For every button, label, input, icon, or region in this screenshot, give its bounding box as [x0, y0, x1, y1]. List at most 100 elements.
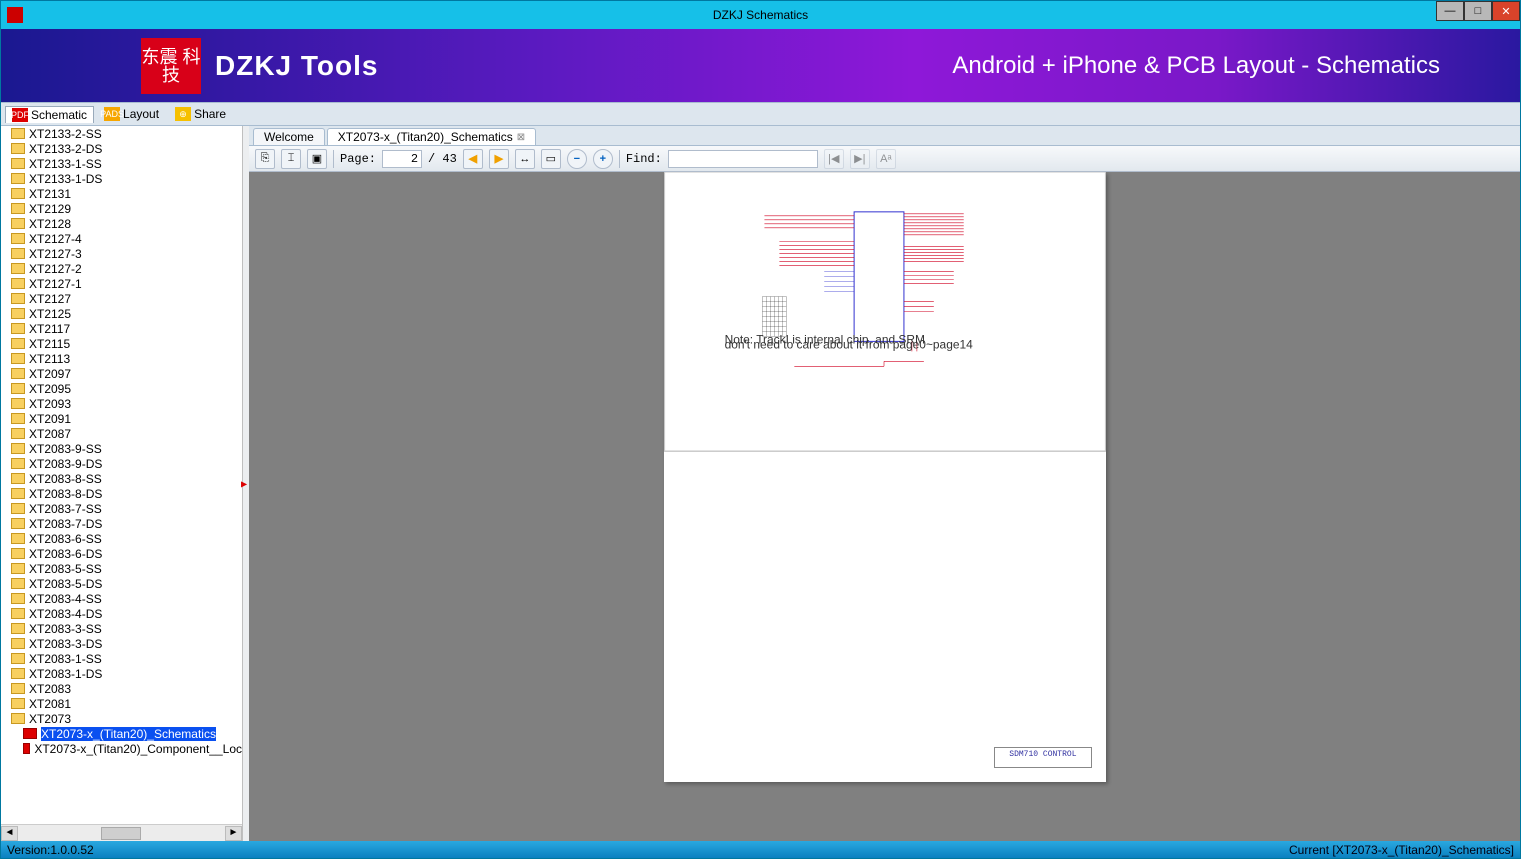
banner-tagline: Android + iPhone & PCB Layout - Schemati… — [952, 52, 1440, 80]
page-input[interactable] — [382, 150, 422, 168]
tab-layout[interactable]: PADSLayout — [98, 106, 165, 122]
tree-folder[interactable]: XT2093 — [1, 396, 242, 411]
copy-button[interactable]: ⎘ — [255, 149, 275, 169]
tree-folder[interactable]: XT2117 — [1, 321, 242, 336]
tree-item-label: XT2083-4-DS — [29, 607, 102, 621]
tree-folder[interactable]: XT2127-3 — [1, 246, 242, 261]
tree-folder[interactable]: XT2133-1-SS — [1, 156, 242, 171]
find-next-button[interactable]: ▶| — [850, 149, 870, 169]
zoom-out-button[interactable]: − — [567, 149, 587, 169]
prev-page-button[interactable]: ◀ — [463, 149, 483, 169]
banner-title: DZKJ Tools — [215, 50, 378, 82]
tree-item-label: XT2113 — [29, 352, 70, 366]
tree-folder[interactable]: XT2127-2 — [1, 261, 242, 276]
close-tab-icon[interactable]: ⊠ — [517, 132, 525, 143]
tree-folder[interactable]: XT2133-1-DS — [1, 171, 242, 186]
tree-item-label: XT2083-8-SS — [29, 472, 102, 486]
tree-folder[interactable]: XT2095 — [1, 381, 242, 396]
separator — [619, 150, 620, 168]
scroll-left-button[interactable]: ◄ — [1, 826, 18, 841]
tree-folder[interactable]: XT2127-4 — [1, 231, 242, 246]
folder-icon — [11, 533, 25, 544]
tree-folder[interactable]: XT2083-8-SS — [1, 471, 242, 486]
folder-icon — [11, 323, 25, 334]
tree-folder[interactable]: XT2091 — [1, 411, 242, 426]
doc-tab-schematics[interactable]: XT2073-x_(Titan20)_Schematics⊠ — [327, 128, 536, 145]
tree-folder[interactable]: XT2083-1-DS — [1, 666, 242, 681]
tree-folder[interactable]: XT2083-3-SS — [1, 621, 242, 636]
sidebar-hscroll[interactable]: ◄ ► — [1, 824, 242, 841]
tree-folder[interactable]: XT2083-4-SS — [1, 591, 242, 606]
snapshot-button[interactable]: ▣ — [307, 149, 327, 169]
folder-icon — [11, 188, 25, 199]
tree-folder[interactable]: XT2083-4-DS — [1, 606, 242, 621]
tree-folder[interactable]: XT2083-7-SS — [1, 501, 242, 516]
pdf-viewer[interactable]: Note: TrackI is internal chip, and SRM d… — [249, 172, 1520, 841]
close-button[interactable]: ✕ — [1492, 1, 1520, 21]
tree-folder[interactable]: XT2097 — [1, 366, 242, 381]
match-case-button[interactable]: Aᵃ — [876, 149, 896, 169]
doc-tab-welcome[interactable]: Welcome — [253, 128, 325, 145]
pdf-icon — [23, 728, 37, 739]
splitter[interactable] — [243, 126, 249, 841]
tree-item-label: XT2083-3-SS — [29, 622, 102, 636]
tree-folder[interactable]: XT2083-6-SS — [1, 531, 242, 546]
maximize-button[interactable]: □ — [1464, 1, 1492, 21]
tree-folder[interactable]: XT2125 — [1, 306, 242, 321]
tree-folder[interactable]: XT2083-9-SS — [1, 441, 242, 456]
scroll-right-button[interactable]: ► — [225, 826, 242, 841]
scroll-track[interactable] — [18, 826, 225, 841]
next-page-button[interactable]: ▶ — [489, 149, 509, 169]
tree-folder[interactable]: XT2073 — [1, 711, 242, 726]
tree-folder[interactable]: XT2131 — [1, 186, 242, 201]
tree-item-label: XT2083-5-SS — [29, 562, 102, 576]
tree-folder[interactable]: XT2083-8-DS — [1, 486, 242, 501]
folder-icon — [11, 308, 25, 319]
tree-item-label: XT2083-3-DS — [29, 637, 102, 651]
titlebar[interactable]: DZKJ Schematics — □ ✕ — [1, 1, 1520, 29]
tree-folder[interactable]: XT2083 — [1, 681, 242, 696]
zoom-in-button[interactable]: + — [593, 149, 613, 169]
tree-file[interactable]: XT2073-x_(Titan20)_Component__Loc — [1, 741, 242, 756]
banner: 东震 科技 DZKJ Tools Android + iPhone & PCB … — [1, 29, 1520, 102]
tree-folder[interactable]: XT2087 — [1, 426, 242, 441]
tree-folder[interactable]: XT2129 — [1, 201, 242, 216]
tree-item-label: XT2083-1-DS — [29, 667, 102, 681]
tree-folder[interactable]: XT2083-5-DS — [1, 576, 242, 591]
schematic-diagram: Note: TrackI is internal chip, and SRM d… — [664, 172, 1106, 452]
text-select-button[interactable]: ⌶ — [281, 149, 301, 169]
tree-folder[interactable]: XT2083-6-DS — [1, 546, 242, 561]
tree-folder[interactable]: XT2127-1 — [1, 276, 242, 291]
find-prev-button[interactable]: |◀ — [824, 149, 844, 169]
tree-folder[interactable]: XT2083-3-DS — [1, 636, 242, 651]
tree-folder[interactable]: XT2127 — [1, 291, 242, 306]
tree-file[interactable]: XT2073-x_(Titan20)_Schematics — [1, 726, 242, 741]
tree-folder[interactable]: XT2128 — [1, 216, 242, 231]
tab-share[interactable]: ⊕Share — [169, 106, 232, 122]
tree-folder[interactable]: XT2133-2-DS — [1, 141, 242, 156]
fit-page-button[interactable]: ▭ — [541, 149, 561, 169]
content: Welcome XT2073-x_(Titan20)_Schematics⊠ ⎘… — [249, 126, 1520, 841]
tree-folder[interactable]: XT2083-9-DS — [1, 456, 242, 471]
tree-item-label: XT2127 — [29, 292, 71, 306]
tree-folder[interactable]: XT2115 — [1, 336, 242, 351]
share-icon: ⊕ — [175, 107, 191, 121]
tree-folder[interactable]: XT2133-2-SS — [1, 126, 242, 141]
folder-icon — [11, 698, 25, 709]
tree-folder[interactable]: XT2083-1-SS — [1, 651, 242, 666]
scroll-thumb[interactable] — [101, 827, 141, 840]
fit-width-button[interactable]: ↔ — [515, 149, 535, 169]
tree-folder[interactable]: XT2113 — [1, 351, 242, 366]
tree-item-label: XT2133-2-DS — [29, 142, 102, 156]
file-tree[interactable]: XT2133-2-SSXT2133-2-DSXT2133-1-SSXT2133-… — [1, 126, 242, 824]
title-block: SDM710 CONTROL — [994, 747, 1091, 768]
tab-schematic[interactable]: PDFSchematic — [5, 106, 94, 123]
minimize-button[interactable]: — — [1436, 1, 1464, 21]
tree-folder[interactable]: XT2081 — [1, 696, 242, 711]
tree-folder[interactable]: XT2083-5-SS — [1, 561, 242, 576]
statusbar: Version:1.0.0.52 Current [XT2073-x_(Tita… — [1, 841, 1520, 858]
tree-item-label: XT2117 — [29, 322, 70, 336]
brand-logo: 东震 科技 — [141, 38, 201, 94]
tree-folder[interactable]: XT2083-7-DS — [1, 516, 242, 531]
find-input[interactable] — [668, 150, 818, 168]
